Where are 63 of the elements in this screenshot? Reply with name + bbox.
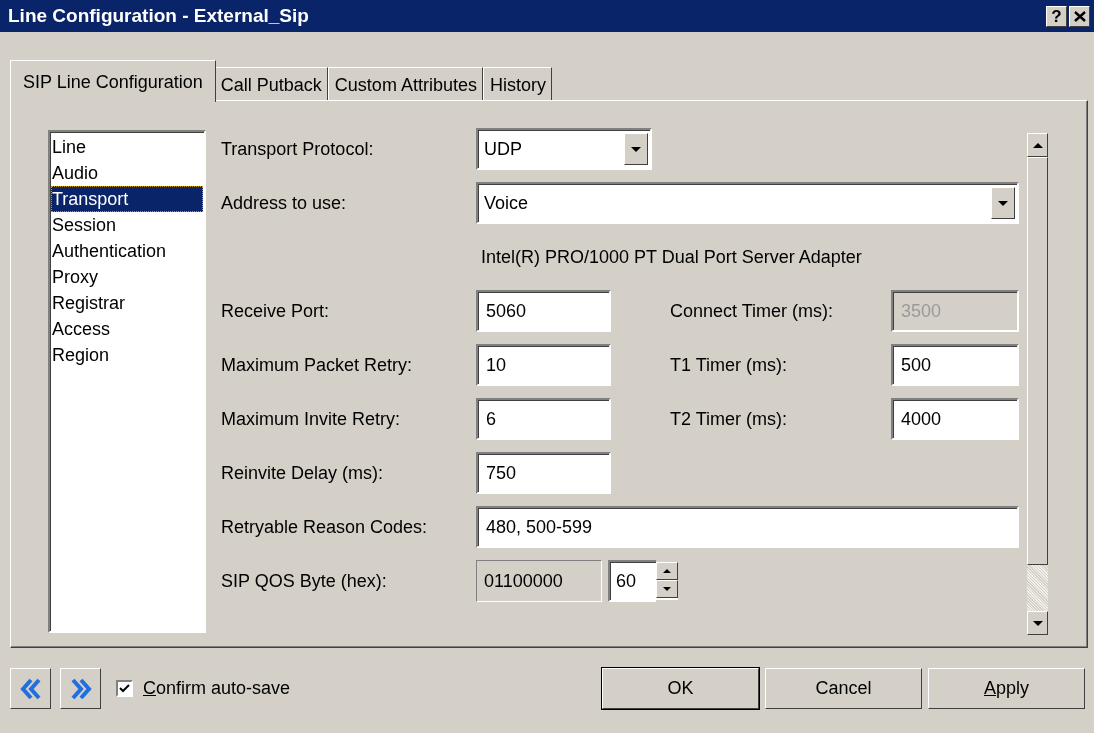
close-button[interactable] <box>1069 5 1090 27</box>
input-field[interactable]: 5060 <box>476 290 611 332</box>
list-item[interactable]: Access <box>51 316 203 342</box>
previous-button[interactable] <box>10 668 51 709</box>
list-item[interactable]: Region <box>51 342 203 368</box>
input-field[interactable]: 10 <box>476 344 611 386</box>
field-label: T2 Timer (ms): <box>670 407 788 431</box>
field-label: Maximum Packet Retry: <box>221 353 414 377</box>
field-label: Transport Protocol: <box>221 137 375 161</box>
input-field[interactable]: 750 <box>476 452 611 494</box>
scroll-thumb[interactable] <box>1027 157 1048 565</box>
next-button[interactable] <box>60 668 101 709</box>
list-item[interactable]: Line <box>51 134 203 160</box>
list-item[interactable]: Proxy <box>51 264 203 290</box>
checkbox-label[interactable]: Confirm auto-save <box>143 675 291 702</box>
dropdown-arrow-button[interactable] <box>991 187 1015 219</box>
list-item[interactable]: Transport <box>51 186 203 212</box>
close-icon <box>1073 10 1086 22</box>
field-label: Maximum Invite Retry: <box>221 407 402 431</box>
field-label: T1 Timer (ms): <box>670 353 788 377</box>
tab[interactable]: SIP Line Configuration <box>10 60 216 102</box>
list-item[interactable]: Registrar <box>51 290 203 316</box>
field-label: SIP QOS Byte (hex): <box>221 569 388 593</box>
field-label: Retryable Reason Codes: <box>221 515 429 539</box>
help-button[interactable]: ? <box>1046 5 1067 27</box>
field-label: Reinvite Delay (ms): <box>221 461 385 485</box>
scrollbar[interactable] <box>1027 133 1048 635</box>
spin-down-button[interactable] <box>656 580 678 598</box>
tab[interactable]: Custom Attributes <box>327 67 483 100</box>
field-label: Receive Port: <box>221 299 331 323</box>
list-item[interactable]: Audio <box>51 160 203 186</box>
dialog-button[interactable]: Apply <box>928 668 1085 709</box>
double-chevron-left-icon <box>18 676 43 701</box>
checkmark-icon <box>119 684 130 693</box>
input-field[interactable]: 480, 500-599 <box>476 506 1019 548</box>
up-arrow-icon <box>663 569 671 573</box>
field-label: Address to use: <box>221 191 348 215</box>
readonly-field: 01100000 <box>476 560 602 602</box>
dropdown[interactable]: Voice <box>476 182 1019 224</box>
dropdown[interactable]: UDP <box>476 128 652 170</box>
caret-icon <box>997 199 1009 207</box>
adapter-name: Intel(R) PRO/1000 PT Dual Port Server Adapter <box>481 245 862 269</box>
down-arrow-icon <box>663 587 671 591</box>
tab[interactable]: History <box>482 67 552 100</box>
caret-icon <box>630 145 642 153</box>
field-label: Connect Timer (ms): <box>670 299 835 323</box>
down-arrow-icon <box>1031 619 1044 627</box>
list-item[interactable]: Authentication <box>51 238 203 264</box>
dialog-button[interactable]: OK <box>602 668 759 709</box>
tab[interactable]: Call Putback <box>213 67 328 100</box>
checkbox[interactable] <box>116 680 133 697</box>
input-field[interactable]: 500 <box>891 344 1019 386</box>
dropdown-arrow-button[interactable] <box>624 133 648 165</box>
list-item[interactable]: Session <box>51 212 203 238</box>
up-arrow-icon <box>1031 141 1044 149</box>
input-field[interactable]: 4000 <box>891 398 1019 440</box>
input-field[interactable]: 6 <box>476 398 611 440</box>
number-field[interactable]: 60 <box>608 560 656 602</box>
scroll-up-button[interactable] <box>1027 133 1048 157</box>
scroll-down-button[interactable] <box>1027 611 1048 635</box>
window-title: Line Configuration - External_Sip <box>8 3 309 28</box>
dialog-button[interactable]: Cancel <box>765 668 922 709</box>
spin-up-button[interactable] <box>656 562 678 580</box>
